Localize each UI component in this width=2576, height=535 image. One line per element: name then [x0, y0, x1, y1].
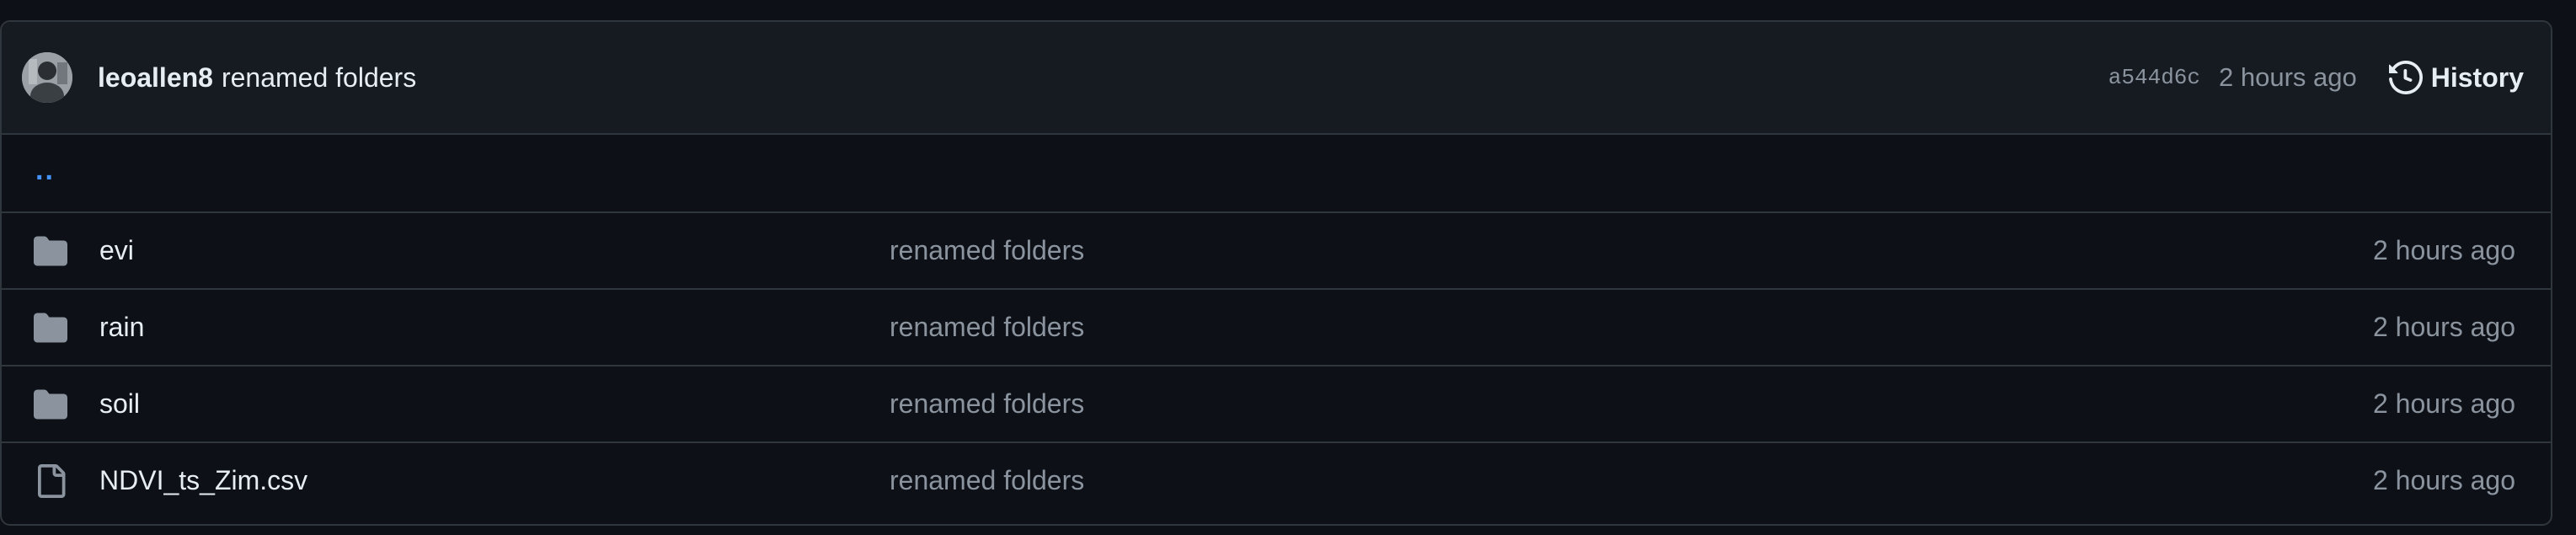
file-commit-message-link[interactable]: renamed folders: [890, 235, 1084, 266]
file-commit-message-link[interactable]: renamed folders: [890, 465, 1084, 496]
file-row[interactable]: soil renamed folders 2 hours ago: [2, 365, 2551, 441]
latest-commit-bar: leoallen8 renamed folders a544d6c 2 hour…: [2, 22, 2551, 135]
file-row[interactable]: rain renamed folders 2 hours ago: [2, 288, 2551, 365]
folder-icon: [27, 388, 74, 421]
file-browser: leoallen8 renamed folders a544d6c 2 hour…: [0, 20, 2552, 526]
file-commit-time: 2 hours ago: [2372, 235, 2515, 265]
file-icon: [27, 463, 74, 498]
file-commit-time: 2 hours ago: [2372, 465, 2515, 495]
file-commit-time: 2 hours ago: [2372, 312, 2515, 342]
history-icon: [2388, 61, 2423, 94]
file-commit-message-link[interactable]: renamed folders: [890, 388, 1084, 420]
file-name-link[interactable]: NDVI_ts_Zim.csv: [99, 465, 890, 496]
commit-author-link[interactable]: leoallen8: [98, 62, 213, 94]
history-label: History: [2430, 62, 2524, 93]
commit-time: 2 hours ago: [2219, 62, 2357, 92]
file-name-link[interactable]: soil: [99, 388, 890, 420]
avatar[interactable]: [22, 52, 72, 103]
file-row[interactable]: NDVI_ts_Zim.csv renamed folders 2 hours …: [2, 441, 2551, 518]
file-commit-message-link[interactable]: renamed folders: [890, 312, 1084, 343]
file-name-link[interactable]: rain: [99, 312, 890, 343]
commit-message-link[interactable]: renamed folders: [222, 62, 416, 94]
history-button[interactable]: History: [2388, 61, 2524, 94]
file-commit-time: 2 hours ago: [2372, 388, 2515, 419]
folder-icon: [27, 311, 74, 345]
folder-icon: [27, 234, 74, 268]
commit-sha-link[interactable]: a544d6c: [2108, 65, 2200, 90]
file-row[interactable]: evi renamed folders 2 hours ago: [2, 211, 2551, 288]
file-name-link[interactable]: evi: [99, 235, 890, 266]
parent-directory-row[interactable]: ..: [2, 135, 2551, 211]
parent-directory-link[interactable]: ..: [35, 154, 55, 187]
